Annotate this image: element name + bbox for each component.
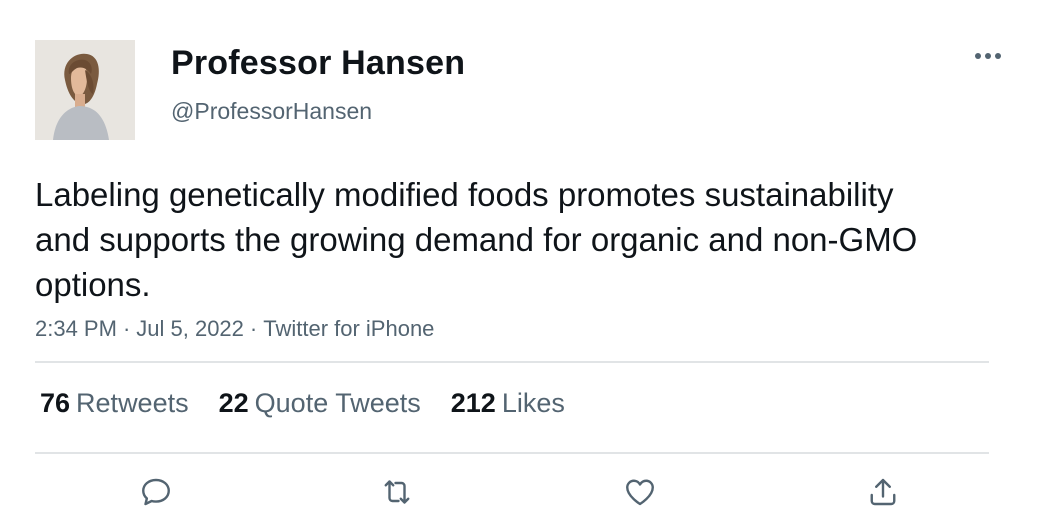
share-button[interactable] (861, 470, 905, 514)
avatar-image (35, 40, 135, 140)
retweet-arrows-icon (384, 480, 410, 504)
tweet-stats: 76 Retweets 22 Quote Tweets 212 Likes (40, 388, 565, 419)
more-horizontal-icon (975, 53, 1001, 59)
heart-icon (626, 479, 654, 506)
meta-separator: · (249, 316, 258, 341)
display-name[interactable]: Professor Hansen (171, 44, 465, 83)
reply-bubble-icon (142, 478, 170, 506)
likes-label: Likes (501, 388, 565, 418)
quote-tweets-stat[interactable]: 22 Quote Tweets (219, 388, 421, 419)
quote-tweets-count: 22 (218, 388, 249, 418)
share-upload-icon (870, 478, 896, 506)
likes-count: 212 (450, 388, 496, 418)
divider (35, 452, 989, 454)
more-options-button[interactable] (968, 44, 1008, 68)
tweet-time[interactable]: 2:34 PM (35, 316, 117, 341)
tweet-date[interactable]: Jul 5, 2022 (136, 316, 244, 341)
divider (35, 361, 989, 363)
avatar[interactable] (35, 40, 135, 140)
quote-tweets-label: Quote Tweets (254, 388, 421, 418)
retweets-stat[interactable]: 76 Retweets (40, 388, 189, 419)
meta-separator: · (122, 316, 131, 341)
reply-button[interactable] (134, 470, 178, 514)
like-button[interactable] (618, 470, 662, 514)
retweets-count: 76 (40, 388, 71, 418)
username-handle[interactable]: @ProfessorHansen (171, 98, 372, 125)
tweet-text: Labeling genetically modified foods prom… (35, 176, 918, 303)
tweet-actions (35, 470, 989, 520)
tweet-meta: 2:34 PM · Jul 5, 2022 · Twitter for iPhone (35, 316, 434, 342)
tweet-source[interactable]: Twitter for iPhone (263, 316, 434, 341)
likes-stat[interactable]: 212 Likes (451, 388, 565, 419)
retweets-label: Retweets (76, 388, 189, 418)
retweet-button[interactable] (375, 470, 419, 514)
tweet-card: Professor Hansen @ProfessorHansen Labeli… (0, 0, 1050, 525)
